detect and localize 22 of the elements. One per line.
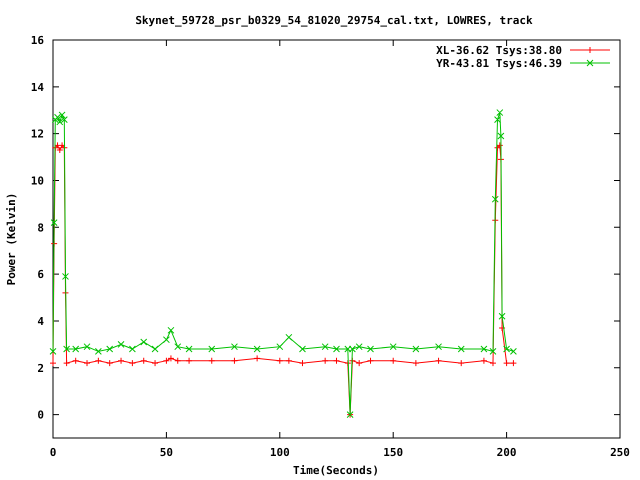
y-tick-label: 0 bbox=[37, 408, 44, 422]
x-tick-label: 150 bbox=[383, 446, 404, 459]
y-tick-label: 10 bbox=[30, 174, 44, 188]
legend-sample bbox=[570, 46, 610, 54]
y-tick-label: 16 bbox=[30, 34, 44, 47]
y-tick-label: 6 bbox=[37, 268, 44, 282]
x-axis-label: Time(Seconds) bbox=[292, 464, 380, 477]
x-tick-label: 0 bbox=[50, 446, 56, 459]
x-tick-label: 100 bbox=[270, 446, 290, 459]
chart-title: Skynet_59728_psr_b0329_54_81020_29754_cal.txt, LOWRES, track bbox=[135, 14, 533, 27]
y-axis-label: Power (Kelvin) bbox=[5, 192, 18, 286]
legend-label: XL-36.62 Tsys:38.80 bbox=[436, 44, 562, 57]
y-tick-label: 8 bbox=[37, 221, 44, 234]
x-tick-label: 200 bbox=[496, 446, 517, 459]
legend-sample bbox=[570, 60, 610, 66]
x-tick-label: 250 bbox=[610, 446, 630, 459]
legend-label: YR-43.81 Tsys:46.39 bbox=[436, 57, 562, 70]
y-tick-label: 2 bbox=[37, 362, 44, 375]
y-tick-label: 4 bbox=[37, 314, 44, 328]
y-tick-label: 12 bbox=[30, 128, 44, 141]
x-tick-label: 50 bbox=[160, 446, 174, 459]
y-tick-label: 14 bbox=[30, 80, 44, 94]
